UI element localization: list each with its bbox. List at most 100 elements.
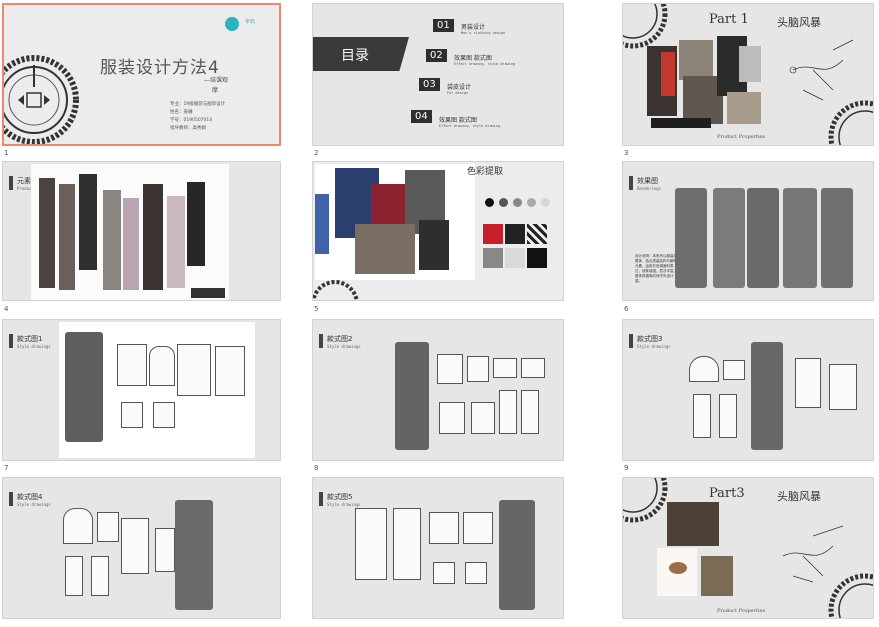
rendering-figure-1 — [675, 188, 707, 288]
garment-sketch — [355, 508, 387, 580]
title-bar — [319, 334, 323, 348]
slide-thumbnail-7[interactable]: 款式图1 Style drawings — [2, 319, 281, 461]
color-collage — [315, 164, 475, 280]
garment-sketch — [723, 360, 745, 380]
rendering-figure-3 — [747, 188, 779, 288]
slide-thumbnail-12[interactable]: Part3 头脑风暴 Product Properties — [622, 477, 874, 619]
gear-ring-graphic — [313, 280, 359, 300]
slide-thumbnail-8[interactable]: 款式图2 Style drawings — [312, 319, 564, 461]
slide-subtitle: Style drawings — [17, 344, 51, 349]
garment-sketch — [439, 402, 465, 434]
rendering-figure-2 — [713, 188, 745, 288]
garment-sketch — [63, 508, 93, 544]
slide-title: 款式图5 — [327, 493, 353, 501]
slide-thumbnail-4[interactable]: 元素提取 Product Properties — [2, 161, 281, 301]
garment-sketch — [521, 390, 539, 434]
part-title: Part 1 — [709, 12, 749, 27]
garment-sketch — [91, 556, 109, 596]
mindmap-sketch — [789, 39, 854, 101]
model-figure — [65, 332, 103, 442]
info-line-4: 指导教师：高秀娟 — [170, 126, 206, 131]
slide-subtitle: Renderings — [637, 186, 662, 191]
title-bar — [319, 492, 323, 506]
fabric-swatches — [483, 224, 547, 270]
slide-thumbnail-1[interactable]: 字石 服装设计方法4 —结课观 摩 专业：19级服装与服饰设计 姓名：姜姗 学号… — [2, 3, 281, 146]
part-title: Part3 — [709, 486, 745, 501]
info-line-2: 姓名：姜姗 — [170, 110, 193, 115]
logo-text: 字石 — [244, 19, 255, 25]
style-drawing-panel — [59, 322, 255, 458]
rendering-figure-5 — [821, 188, 853, 288]
slide-number: 1 — [4, 149, 9, 157]
toc-item-04: 效果图 款式图 — [439, 117, 477, 124]
slide-number: 4 — [4, 305, 9, 313]
garment-sketch — [429, 512, 459, 544]
slide-thumbnail-10[interactable]: 款式图4 Style drawings — [2, 477, 281, 619]
garment-sketch — [215, 346, 245, 396]
garment-sketch — [521, 358, 545, 378]
garment-sketch — [153, 402, 175, 428]
title-bar — [9, 492, 13, 506]
footer-text: Product Properties — [717, 608, 766, 614]
toc-item-02: 效果图 款式图 — [454, 55, 492, 62]
garment-sketch — [471, 402, 495, 434]
slide-thumbnail-6[interactable]: 效果图 Renderings 设计说明：本系列以服装为载体，结合男装结构与解构元… — [622, 161, 874, 301]
toc-number-01: 01 — [433, 19, 454, 32]
slide-number: 7 — [4, 464, 9, 472]
model-figure — [175, 500, 213, 610]
slide-subtitle: Style drawings — [17, 502, 51, 507]
garment-sketch — [467, 356, 489, 382]
title-bar — [9, 334, 13, 348]
model-figure — [751, 342, 783, 450]
garment-sketch — [177, 344, 211, 396]
brainstorm-title: 头脑风暴 — [777, 16, 821, 29]
garment-sketch — [393, 508, 421, 580]
slide-number: 2 — [314, 149, 319, 157]
slide-subtitle: —结课观 — [204, 77, 229, 84]
slide-thumbnail-9[interactable]: 款式图3 Style drawings — [622, 319, 874, 461]
mindmap-sketch — [782, 525, 844, 583]
slide-subtitle: Style drawings — [327, 344, 361, 349]
info-line-3: 学号：0190507014 — [170, 118, 213, 123]
element-collage — [31, 164, 229, 300]
bird-photo-collage — [657, 502, 737, 598]
slide-thumbnail-3[interactable]: Part 1 头脑风暴 Product Properties — [622, 3, 874, 146]
slide-title: 效果图 — [637, 177, 658, 185]
garment-sketch — [155, 528, 175, 572]
brainstorm-title: 头脑风暴 — [777, 490, 821, 503]
toc-item-03: 袋皮设计 — [447, 84, 472, 91]
slide-number: 9 — [624, 464, 629, 472]
slide-thumbnail-2[interactable]: 目录 01 男装设计 Men's clothing design 02 效果图 … — [312, 3, 564, 146]
garment-sketch — [117, 344, 147, 386]
garment-sketch — [689, 356, 719, 382]
toc-item-03-en: Fur design — [447, 91, 469, 95]
rendering-figure-4 — [783, 188, 817, 288]
slide-number: 3 — [624, 149, 629, 157]
logo-badge — [225, 17, 239, 31]
slide-number: 5 — [314, 305, 319, 313]
toc-item-04-en: Effect drawing, style drawing — [439, 124, 501, 128]
slide-thumbnail-5[interactable]: 色彩提取 — [312, 161, 564, 301]
garment-sketch — [465, 562, 487, 584]
slide-thumbnail-11[interactable]: 款式图5 Style drawings — [312, 477, 564, 619]
toc-number-03: 03 — [419, 78, 440, 91]
garment-sketch — [97, 512, 119, 542]
slide-title: 款式图4 — [17, 493, 43, 501]
toc-item-02-en: Effect drawing, style drawing — [454, 62, 516, 66]
title-bar — [9, 176, 13, 190]
design-description: 设计说明：本系列以服装为载体，结合男装结构与解构元素，运用灰色调面料表达，线条感… — [635, 254, 677, 283]
garment-sketch — [437, 354, 463, 384]
garment-sketch — [121, 518, 149, 574]
slide-title: 款式图2 — [327, 335, 353, 343]
model-figure — [395, 342, 429, 450]
model-figure — [499, 500, 535, 610]
garment-sketch — [433, 562, 455, 584]
garment-sketch — [493, 358, 517, 378]
slide-number: 6 — [624, 305, 629, 313]
toc-number-02: 02 — [426, 49, 447, 62]
garment-sketch — [149, 346, 175, 386]
slide-subtitle: Style drawings — [327, 502, 361, 507]
garment-sketch — [795, 358, 821, 408]
toc-item-01-en: Men's clothing design — [461, 31, 506, 35]
garment-sketch — [829, 364, 857, 410]
